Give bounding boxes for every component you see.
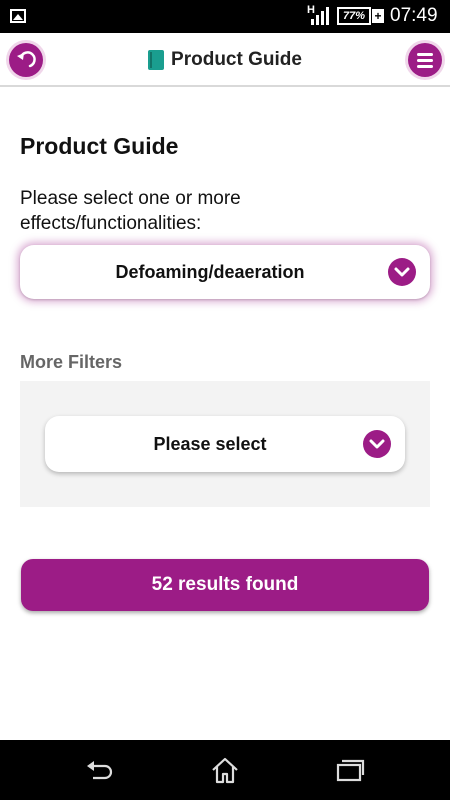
results-button[interactable]: 52 results found xyxy=(21,559,429,611)
instructions-text: Please select one or more effects/functi… xyxy=(20,188,241,234)
status-bar: H 77% + 07:49 xyxy=(0,0,450,33)
effects-select-value: Defoaming/deaeration xyxy=(115,261,305,282)
more-filters-select-value: Please select xyxy=(153,433,267,454)
signal-icon xyxy=(311,7,329,25)
nav-home-icon[interactable] xyxy=(210,756,240,784)
chevron-down-icon xyxy=(363,430,391,458)
more-filters-heading: More Filters xyxy=(20,352,123,372)
more-filters-select[interactable]: Please select xyxy=(45,416,405,472)
book-icon xyxy=(148,50,165,70)
page-title: Product Guide xyxy=(20,133,179,159)
battery-indicator: 77% xyxy=(337,7,371,25)
nav-recents-icon[interactable] xyxy=(335,756,365,784)
system-nav-bar xyxy=(0,740,450,800)
image-notification-icon xyxy=(10,9,26,23)
menu-button[interactable] xyxy=(408,43,442,77)
header-title: Product Guide xyxy=(171,49,302,70)
chevron-down-icon xyxy=(388,258,416,286)
clock: 07:49 xyxy=(390,5,438,26)
effects-select[interactable]: Defoaming/deaeration xyxy=(20,245,430,299)
charging-icon: + xyxy=(372,9,384,23)
nav-back-icon[interactable] xyxy=(85,756,115,784)
app-header: Product Guide xyxy=(0,33,450,87)
menu-icon xyxy=(417,53,433,68)
